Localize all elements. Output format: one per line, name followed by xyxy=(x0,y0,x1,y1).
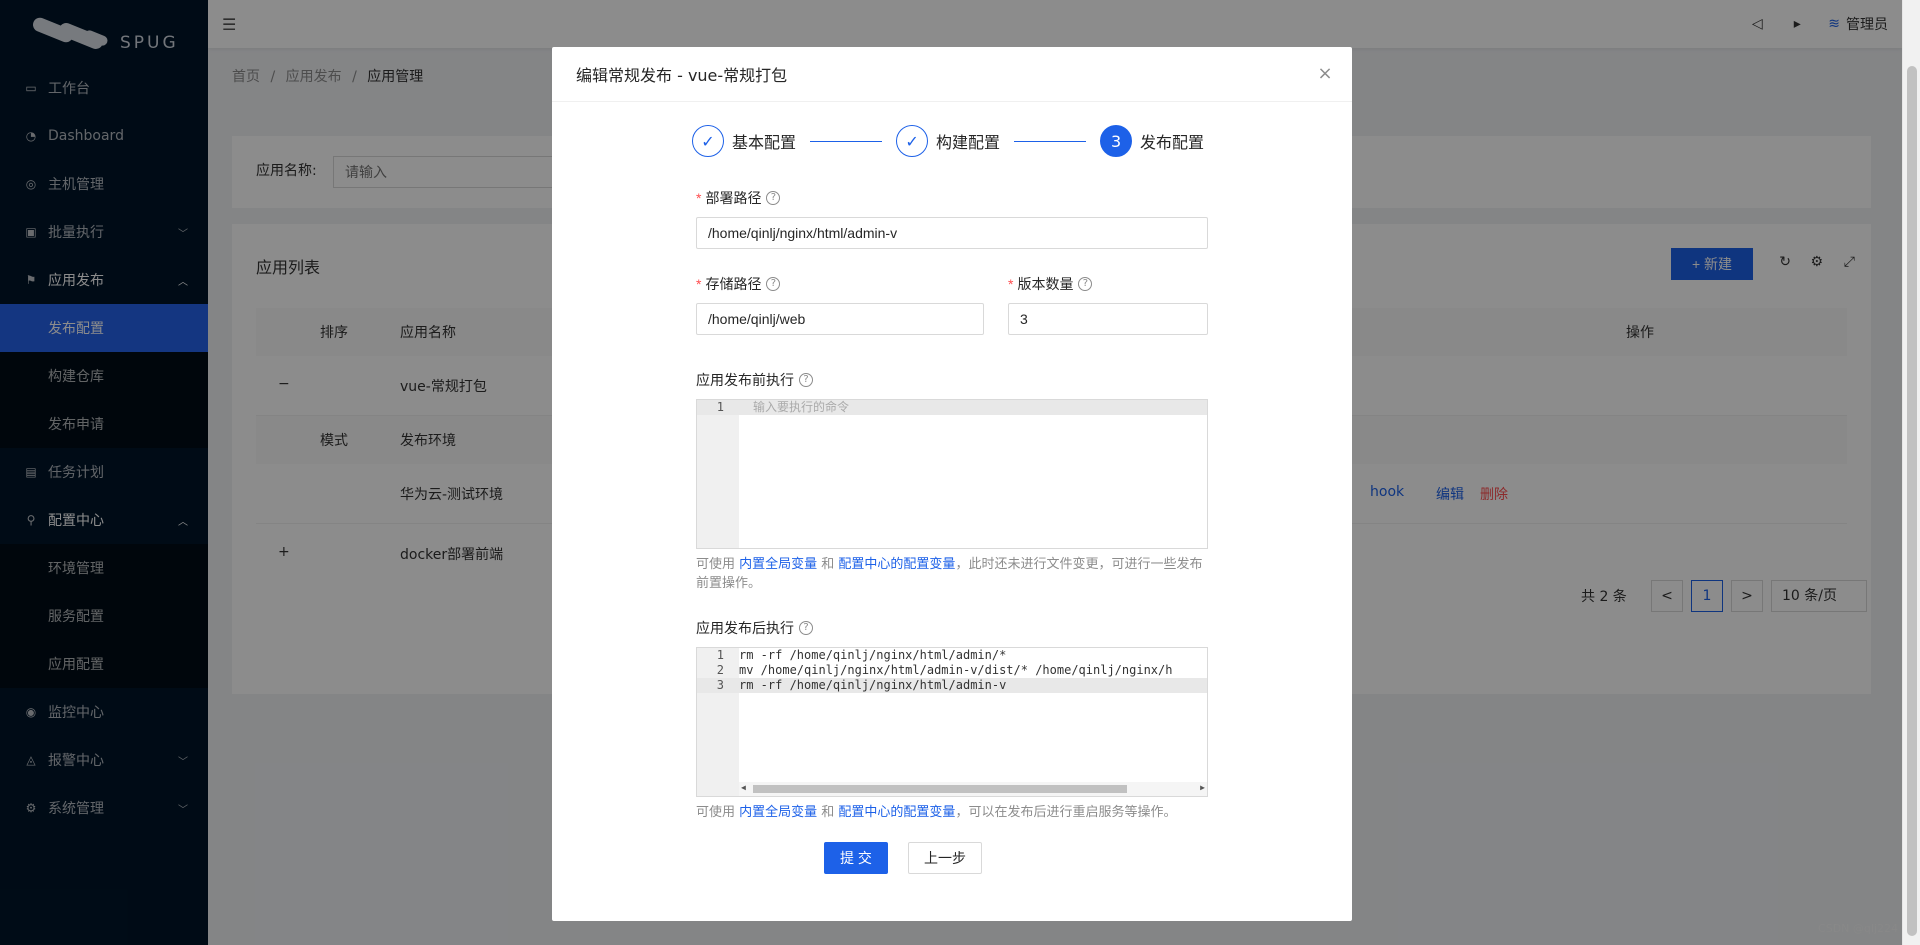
editor-placeholder: 输入要执行的命令 xyxy=(753,400,850,414)
deploy-form: * 部署路径 ? /home/qinlj/nginx/html/admin-v … xyxy=(696,187,1208,822)
storage-path-input[interactable]: /home/qinlj/web xyxy=(696,303,984,335)
modal-title: 编辑常规发布 - vue-常规打包 xyxy=(576,66,788,85)
prev-step-button[interactable]: 上一步 xyxy=(908,842,982,874)
scrollbar-thumb[interactable] xyxy=(753,785,1127,793)
question-circle-icon[interactable]: ? xyxy=(799,621,813,635)
post-deploy-label-text: 应用发布后执行 xyxy=(696,621,794,637)
global-vars-link[interactable]: 内置全局变量 xyxy=(739,805,817,820)
step-connector xyxy=(810,140,883,142)
line-number: 1 xyxy=(716,648,724,662)
hint-text: 和 xyxy=(817,805,839,820)
question-circle-icon[interactable]: ? xyxy=(1078,277,1093,291)
code-text: rm -rf /home/qinlj/nginx/html/admin-v xyxy=(739,678,1007,692)
line-number: 2 xyxy=(716,663,724,677)
version-count-label: * 版本数量 ? xyxy=(1008,273,1208,295)
required-mark: * xyxy=(696,276,702,292)
hint-text: 可使用 xyxy=(696,557,740,572)
storage-path-label-text: 存储路径 xyxy=(705,277,762,293)
storage-path-label: * 存储路径 ? xyxy=(696,273,984,295)
check-icon: ✓ xyxy=(896,125,929,157)
page-scrollbar[interactable] xyxy=(1902,0,1920,945)
version-count-input[interactable]: 3 xyxy=(1008,303,1208,335)
modal-header: 编辑常规发布 - vue-常规打包 xyxy=(552,47,1352,102)
question-circle-icon[interactable]: ? xyxy=(766,277,781,291)
version-count-label-text: 版本数量 xyxy=(1017,277,1074,293)
global-vars-link[interactable]: 内置全局变量 xyxy=(739,557,817,572)
editor-line: 1 输入要执行的命令 xyxy=(697,400,1207,415)
pre-deploy-label-text: 应用发布前执行 xyxy=(696,373,794,389)
deploy-path-label-text: 部署路径 xyxy=(705,191,762,207)
submit-button[interactable]: 提 交 xyxy=(824,842,888,874)
hint-text: 和 xyxy=(817,557,839,572)
step-deploy[interactable]: 3 发布配置 xyxy=(1100,125,1204,157)
check-icon: ✓ xyxy=(692,125,724,157)
code-text: rm -rf /home/qinlj/nginx/html/admin/* xyxy=(739,648,1007,662)
steps: ✓ 基本配置 ✓ 构建配置 3 发布配置 xyxy=(692,125,1212,157)
post-deploy-hint: 可使用 内置全局变量 和 配置中心的配置变量，可以在发布后进行重启服务等操作。 xyxy=(696,803,1208,822)
step-number: 3 xyxy=(1100,125,1133,157)
editor-line: 3 rm -rf /home/qinlj/nginx/html/admin-v xyxy=(697,678,1207,693)
config-vars-link[interactable]: 配置中心的配置变量 xyxy=(838,805,955,820)
question-circle-icon[interactable]: ? xyxy=(766,191,781,205)
edit-deploy-modal: 编辑常规发布 - vue-常规打包 × ✓ 基本配置 ✓ 构建配置 3 发布配置… xyxy=(552,47,1352,921)
editor-gutter xyxy=(697,400,739,548)
required-mark: * xyxy=(696,190,702,206)
line-number: 1 xyxy=(716,400,724,414)
line-number: 3 xyxy=(716,678,724,692)
hint-text: ，可以在发布后进行重启服务等操作。 xyxy=(955,805,1177,820)
step-title: 发布配置 xyxy=(1140,133,1205,152)
step-build[interactable]: ✓ 构建配置 xyxy=(896,125,1000,157)
deploy-path-label: * 部署路径 ? xyxy=(696,187,1208,209)
required-mark: * xyxy=(1008,276,1014,292)
question-circle-icon[interactable]: ? xyxy=(799,373,813,387)
scrollbar-thumb[interactable] xyxy=(1907,66,1917,936)
pre-deploy-editor[interactable]: 1 输入要执行的命令 xyxy=(696,399,1208,549)
hint-text: 可使用 xyxy=(696,805,740,820)
post-deploy-label: 应用发布后执行 ? xyxy=(696,617,1208,639)
close-icon[interactable]: × xyxy=(1314,63,1336,85)
pre-deploy-label: 应用发布前执行 ? xyxy=(696,369,1208,391)
editor-line: 2 mv /home/qinlj/nginx/html/admin-v/dist/… xyxy=(697,663,1207,678)
config-vars-link[interactable]: 配置中心的配置变量 xyxy=(838,557,955,572)
editor-horizontal-scrollbar[interactable]: ◀ ▶ xyxy=(739,782,1207,796)
scroll-right-icon[interactable]: ▶ xyxy=(1200,783,1205,792)
step-title: 构建配置 xyxy=(936,133,1001,152)
scroll-left-icon[interactable]: ◀ xyxy=(741,783,746,792)
step-connector xyxy=(1014,140,1087,142)
post-deploy-editor[interactable]: 1 rm -rf /home/qinlj/nginx/html/admin/* 2… xyxy=(696,647,1208,797)
deploy-path-input[interactable]: /home/qinlj/nginx/html/admin-v xyxy=(696,217,1208,249)
pre-deploy-hint: 可使用 内置全局变量 和 配置中心的配置变量，此时还未进行文件变更，可进行一些发… xyxy=(696,555,1208,593)
step-basic[interactable]: ✓ 基本配置 xyxy=(692,125,796,157)
watermark: CSDN @qlj224 xyxy=(1818,922,1898,935)
step-title: 基本配置 xyxy=(732,133,797,152)
editor-line: 1 rm -rf /home/qinlj/nginx/html/admin/* xyxy=(697,648,1207,663)
code-text: mv /home/qinlj/nginx/html/admin-v/dist/*… xyxy=(739,663,1173,677)
